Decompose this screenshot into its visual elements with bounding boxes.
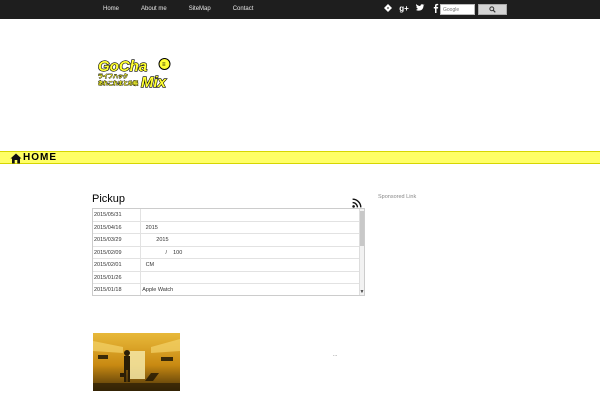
list-item-date: 2015/01/26: [93, 271, 141, 284]
logo-text-mix: Mix: [141, 74, 167, 89]
pickup-list[interactable]: 2015/05/31 2015/04/16 2015 2015/03/29 20…: [92, 208, 365, 296]
logo-tagline-2: あれこれまとめ帳: [98, 80, 138, 87]
list-item-title[interactable]: 2015: [141, 234, 168, 246]
list-item-date: 2015/03/29: [93, 234, 141, 246]
scroll-down-arrow-icon[interactable]: ▼: [359, 289, 364, 295]
list-item-date: 2015/04/16: [93, 221, 141, 234]
list-item[interactable]: 2015/01/18 Apple Watch: [93, 284, 359, 295]
list-item[interactable]: 2015/04/16 2015: [93, 221, 359, 234]
list-item[interactable]: 2015/02/01 CM: [93, 259, 359, 272]
nav-home[interactable]: Home: [92, 0, 130, 19]
svg-text:≡: ≡: [162, 62, 166, 68]
search-icon: [489, 6, 496, 13]
nav-sitemap[interactable]: SiteMap: [178, 0, 222, 19]
google-plus-icon[interactable]: g+: [399, 3, 409, 14]
list-item-date: 2015/02/01: [93, 259, 141, 271]
site-logo[interactable]: GoCha ≡ ライフハック あれこれまとめ帳 Mix: [97, 57, 177, 89]
article-excerpt-ellipsis: ...: [333, 352, 338, 358]
nav-contact[interactable]: Contact: [222, 0, 265, 19]
pickup-heading: Pickup: [92, 193, 126, 205]
rss-icon[interactable]: [352, 198, 362, 208]
list-item[interactable]: 2015/03/29 2015: [93, 234, 359, 247]
nav-about-me[interactable]: About me: [130, 0, 178, 19]
scrollbar-thumb[interactable]: [360, 211, 364, 246]
article-thumbnail[interactable]: [93, 333, 180, 391]
list-item-date: 2015/05/31: [93, 209, 141, 221]
list-item-title[interactable]: / 100: [141, 247, 182, 259]
home-icon[interactable]: [10, 153, 22, 164]
sponsored-link-label: Sponsored Link: [378, 194, 417, 200]
list-item-title[interactable]: CM: [141, 259, 155, 271]
list-item[interactable]: 2015/01/26: [93, 271, 359, 284]
list-item-title[interactable]: Apple Watch: [141, 284, 173, 295]
list-item-date: 2015/01/18: [93, 284, 141, 295]
list-item[interactable]: 2015/05/31: [93, 209, 359, 222]
list-item-title[interactable]: 2015: [141, 222, 158, 234]
main-nav: Home About me SiteMap Contact: [92, 0, 264, 19]
twitter-icon[interactable]: [415, 3, 425, 14]
logo-text-gocha: GoCha: [98, 58, 147, 75]
social-links: g+: [383, 3, 441, 14]
top-navigation-bar: Home About me SiteMap Contact g+: [0, 0, 600, 19]
breadcrumb-home-label[interactable]: HOME: [23, 152, 57, 164]
list-item[interactable]: 2015/02/09 / 100: [93, 246, 359, 259]
breadcrumb: HOME: [0, 151, 600, 164]
logo-tagline-1: ライフハック: [98, 73, 128, 80]
search-input[interactable]: [440, 4, 475, 15]
feedly-icon[interactable]: [383, 3, 393, 14]
search-button[interactable]: [478, 4, 507, 15]
list-item-date: 2015/02/09: [93, 246, 141, 259]
